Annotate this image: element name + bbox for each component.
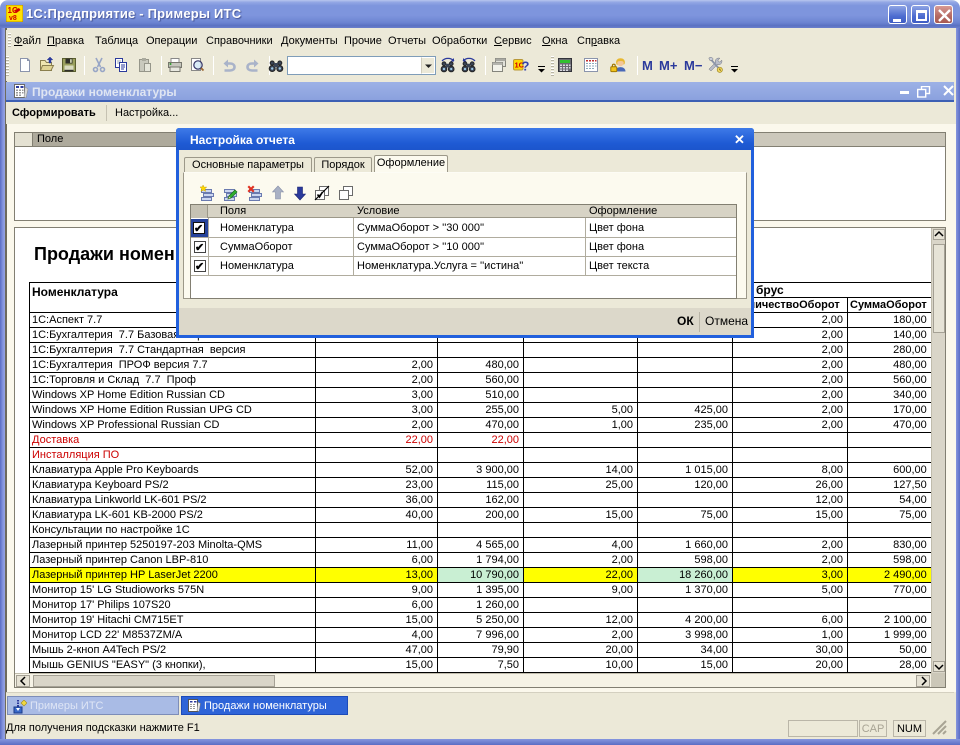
svg-text:?: ? <box>522 59 530 74</box>
svg-text:v8: v8 <box>9 15 17 22</box>
